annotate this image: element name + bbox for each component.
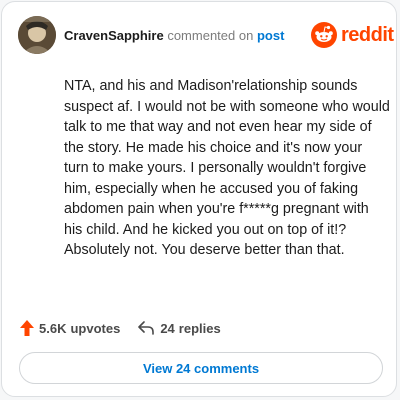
comment-card: CravenSapphire commented on post reddit … [1,1,397,397]
upvote-count: 5.6K [39,320,67,336]
view-comments-label: View 24 comments [142,360,260,376]
reddit-snoo-icon [311,22,337,48]
view-comments-button[interactable]: View 24 comments [19,352,383,384]
avatar[interactable] [18,16,56,54]
action-text: commented on [167,28,254,43]
avatar-image [18,16,56,54]
reddit-wordmark: reddit [341,23,394,46]
comment-body: NTA, and his and Madison'relationship so… [64,78,390,258]
replies-button[interactable]: 24 replies [138,320,221,336]
username[interactable]: CravenSapphire [64,28,164,43]
post-link[interactable]: post [257,28,284,43]
comment-header: CravenSapphire commented on post [64,28,284,43]
upvotes-label: upvotes [70,320,121,336]
replies-label: replies [178,320,221,336]
upvote-arrow-icon[interactable] [20,320,34,336]
reddit-brand[interactable]: reddit [311,22,394,48]
comment-actions: 5.6K upvotes 24 replies [20,319,221,337]
reply-count: 24 [160,320,175,336]
reply-arrow-icon [138,321,155,335]
